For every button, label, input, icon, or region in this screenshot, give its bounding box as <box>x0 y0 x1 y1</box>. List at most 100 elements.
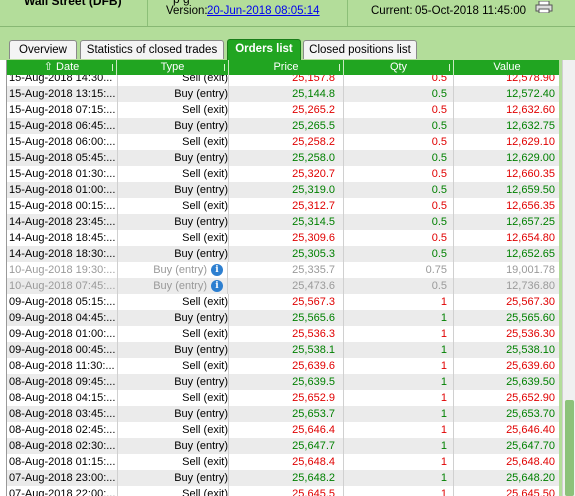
value-cell-text: 25,652.90 <box>506 392 555 404</box>
table-row[interactable]: 08-Aug-2018 02:30:... Buy (entry) 25,647.7… <box>7 438 560 455</box>
table-row[interactable]: 14-Aug-2018 18:45:... Sell (exit) 25,309.6… <box>7 230 560 247</box>
price-cell: 25,639.5 <box>229 374 344 390</box>
table-row[interactable]: 14-Aug-2018 18:30:... Buy (entry) 25,305.3… <box>7 246 560 263</box>
table-row[interactable]: 15-Aug-2018 06:00:... Sell (exit) 25,258.2… <box>7 134 560 151</box>
price-cell: 25,335.7 <box>229 262 344 278</box>
price-cell-text: 25,645.5 <box>292 488 335 496</box>
qty-cell: 1 <box>344 438 454 454</box>
value-cell-text: 12,629.10 <box>506 136 555 148</box>
table-row[interactable]: 09-Aug-2018 05:15:... Sell (exit) 25,567.3… <box>7 294 560 311</box>
qty-cell: 0.5 <box>344 102 454 118</box>
table-row[interactable]: 08-Aug-2018 04:15:... Sell (exit) 25,652.9… <box>7 390 560 407</box>
type-cell: Buy (entry) <box>118 150 229 166</box>
table-row[interactable]: 08-Aug-2018 11:30:... Sell (exit) 25,639.6… <box>7 358 560 375</box>
value-cell-text: 25,646.40 <box>506 424 555 436</box>
qty-cell-text: 1 <box>440 344 447 356</box>
version-link[interactable]: 20-Jun-2018 08:05:14 <box>207 5 320 17</box>
tab-orders-list[interactable]: Orders list <box>227 39 301 60</box>
date-cell: 15-Aug-2018 13:15:... <box>7 86 118 102</box>
column-header-price[interactable]: Price <box>229 60 344 75</box>
column-resize-handle[interactable] <box>112 64 113 71</box>
value-cell-text: 25,653.70 <box>506 408 555 420</box>
qty-cell: 0.5 <box>344 198 454 214</box>
type-cell-text: Sell (exit) <box>182 456 228 468</box>
type-cell-text: Sell (exit) <box>182 296 228 308</box>
value-cell-text: 12,654.80 <box>506 232 555 244</box>
table-row[interactable]: 08-Aug-2018 09:45:... Buy (entry) 25,639.5… <box>7 374 560 391</box>
column-value-label: Value <box>493 61 521 73</box>
table-row[interactable]: 15-Aug-2018 05:45:... Buy (entry) 25,258.0… <box>7 150 560 167</box>
column-header-type[interactable]: Type <box>117 60 229 75</box>
table-row[interactable]: 10-Aug-2018 19:30:... Buy (entry) i 25,335.… <box>7 262 560 279</box>
table-row[interactable]: 08-Aug-2018 02:45:... Sell (exit) 25,646.4… <box>7 422 560 439</box>
value-cell: 25,565.60 <box>454 310 560 326</box>
value-cell: 25,648.20 <box>454 470 560 486</box>
table-row[interactable]: 09-Aug-2018 00:45:... Buy (entry) 25,538.1… <box>7 342 560 359</box>
table-row[interactable]: 15-Aug-2018 13:15:... Buy (entry) 25,144.8… <box>7 86 560 103</box>
price-cell: 25,320.7 <box>229 166 344 182</box>
column-resize-handle[interactable] <box>339 64 340 71</box>
price-cell-text: 25,335.7 <box>292 264 335 276</box>
date-cell: 10-Aug-2018 07:45:... <box>7 278 118 294</box>
price-cell-text: 25,258.2 <box>292 136 335 148</box>
scrollbar-thumb[interactable] <box>565 400 574 496</box>
current-datetime: 05-Oct-2018 11:45:00 <box>415 5 527 17</box>
table-row[interactable]: 14-Aug-2018 23:45:... Buy (entry) 25,314.5… <box>7 214 560 231</box>
type-cell-text: Buy (entry) <box>174 184 228 196</box>
date-cell-text: 09-Aug-2018 05:15:... <box>9 296 116 308</box>
table-row[interactable]: 15-Aug-2018 06:45:... Buy (entry) 25,265.5… <box>7 118 560 135</box>
table-row[interactable]: 09-Aug-2018 04:45:... Buy (entry) 25,565.6… <box>7 310 560 327</box>
column-resize-handle[interactable] <box>449 64 450 71</box>
type-cell-text: Buy (entry) <box>153 264 207 276</box>
value-cell: 12,736.80 <box>454 278 560 294</box>
tab-closed-positions[interactable]: Closed positions list <box>303 40 417 59</box>
price-cell: 25,565.6 <box>229 310 344 326</box>
column-header-qty[interactable]: Qty <box>344 60 454 75</box>
table-row[interactable]: 09-Aug-2018 01:00:... Sell (exit) 25,536.3… <box>7 326 560 343</box>
value-cell: 25,646.40 <box>454 422 560 438</box>
type-cell: Sell (exit) <box>118 230 229 246</box>
date-cell: 08-Aug-2018 11:30:... <box>7 358 118 374</box>
price-cell: 25,265.2 <box>229 102 344 118</box>
price-cell-text: 25,648.4 <box>292 456 335 468</box>
price-cell: 25,646.4 <box>229 422 344 438</box>
price-cell-text: 25,319.0 <box>292 184 335 196</box>
table-row[interactable]: 15-Aug-2018 01:00:... Buy (entry) 25,319.0… <box>7 182 560 199</box>
table-row[interactable]: 15-Aug-2018 01:30:... Sell (exit) 25,320.7… <box>7 166 560 183</box>
column-header-date[interactable]: ⇧ Date <box>7 60 117 75</box>
qty-cell-text: 0.5 <box>431 136 447 148</box>
column-header-value[interactable]: Value <box>454 60 560 75</box>
value-cell: 25,536.30 <box>454 326 560 342</box>
table-row[interactable]: 08-Aug-2018 03:45:... Buy (entry) 25,653.7… <box>7 406 560 423</box>
type-cell-text: Buy (entry) <box>174 376 228 388</box>
table-row[interactable]: 15-Aug-2018 07:15:... Sell (exit) 25,265.2… <box>7 102 560 119</box>
tab-overview[interactable]: Overview <box>9 40 77 59</box>
date-cell: 15-Aug-2018 01:00:... <box>7 182 118 198</box>
table-row[interactable]: 07-Aug-2018 22:00:... Sell (exit) 25,645.5… <box>7 486 560 496</box>
date-cell: 15-Aug-2018 05:45:... <box>7 150 118 166</box>
info-icon[interactable]: i <box>211 264 223 276</box>
instrument-section: Wall Street (DFB) <box>0 0 148 26</box>
column-resize-handle[interactable] <box>224 64 225 71</box>
price-cell-text: 25,639.5 <box>292 376 335 388</box>
qty-cell-text: 1 <box>440 472 447 484</box>
vertical-scrollbar[interactable] <box>562 60 575 496</box>
tab-statistics[interactable]: Statistics of closed trades <box>80 40 224 59</box>
date-cell: 07-Aug-2018 23:00:... <box>7 470 118 486</box>
info-icon[interactable]: i <box>211 280 223 292</box>
value-cell-text: 25,648.20 <box>506 472 555 484</box>
table-row[interactable]: 08-Aug-2018 01:15:... Sell (exit) 25,648.4… <box>7 454 560 471</box>
value-cell-text: 25,639.60 <box>506 360 555 372</box>
qty-cell: 0.5 <box>344 230 454 246</box>
table-row[interactable]: 15-Aug-2018 00:15:... Sell (exit) 25,312.7… <box>7 198 560 215</box>
date-cell-text: 15-Aug-2018 01:30:... <box>9 168 116 180</box>
table-row[interactable]: 07-Aug-2018 23:00:... Buy (entry) 25,648.2… <box>7 470 560 487</box>
qty-cell-text: 0.75 <box>425 264 447 276</box>
printer-icon[interactable] <box>535 1 553 13</box>
qty-cell: 0.5 <box>344 182 454 198</box>
date-cell: 07-Aug-2018 22:00:... <box>7 486 118 496</box>
table-row[interactable]: 10-Aug-2018 07:45:... Buy (entry) i 25,473.… <box>7 278 560 295</box>
date-cell-text: 15-Aug-2018 06:00:... <box>9 136 116 148</box>
date-cell-text: 10-Aug-2018 07:45:... <box>9 280 116 292</box>
type-cell: Buy (entry) <box>118 182 229 198</box>
